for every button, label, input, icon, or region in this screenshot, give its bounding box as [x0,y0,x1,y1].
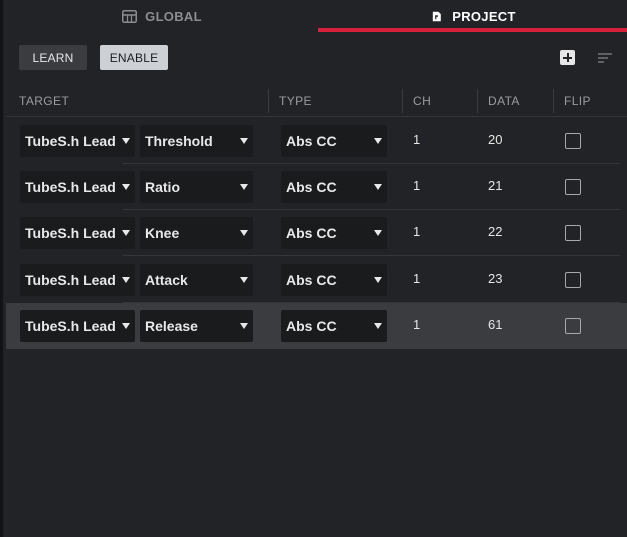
chevron-down-icon [240,138,248,144]
active-tab-indicator [318,28,627,32]
type-dropdown[interactable]: Abs CC [281,217,387,249]
table-row[interactable]: TubeS.h Lead Threshold Abs CC 1 20 [6,118,627,164]
target-track-dropdown[interactable]: TubeS.h Lead [20,217,135,249]
chevron-down-icon [122,323,130,329]
column-header-type: TYPE [268,89,399,113]
document-icon [433,11,442,21]
row-divider [123,255,620,256]
target-track-value: TubeS.h Lead [25,133,116,149]
enable-button[interactable]: ENABLE [100,45,168,70]
tab-global[interactable]: GLOBAL [6,0,318,32]
grid-icon [122,9,138,23]
flip-checkbox[interactable] [565,225,581,241]
flip-checkbox[interactable] [565,318,581,334]
flip-checkbox[interactable] [565,272,581,288]
target-track-dropdown[interactable]: TubeS.h Lead [20,264,135,296]
data-value[interactable]: 61 [488,317,502,332]
chevron-down-icon [240,184,248,190]
type-dropdown[interactable]: Abs CC [281,264,387,296]
target-track-value: TubeS.h Lead [25,272,116,288]
target-parameter-value: Release [145,318,198,334]
flip-checkbox[interactable] [565,133,581,149]
data-value[interactable]: 23 [488,271,502,286]
type-value: Abs CC [286,272,337,288]
column-header-data: DATA [477,89,552,113]
column-header-flip: FLIP [553,89,627,113]
target-parameter-dropdown[interactable]: Threshold [140,125,253,157]
chevron-down-icon [122,277,130,283]
target-track-dropdown[interactable]: TubeS.h Lead [20,125,135,157]
target-parameter-value: Threshold [145,133,213,149]
tab-project[interactable]: PROJECT [318,0,627,32]
table-row[interactable]: TubeS.h Lead Release Abs CC 1 61 [6,303,627,349]
type-value: Abs CC [286,179,337,195]
add-mapping-icon[interactable] [560,50,575,65]
target-parameter-dropdown[interactable]: Attack [140,264,253,296]
target-parameter-dropdown[interactable]: Release [140,310,253,342]
table-row[interactable]: TubeS.h Lead Ratio Abs CC 1 21 [6,164,627,210]
chevron-down-icon [122,138,130,144]
table-row[interactable]: TubeS.h Lead Knee Abs CC 1 22 [6,210,627,256]
type-dropdown[interactable]: Abs CC [281,125,387,157]
chevron-down-icon [240,277,248,283]
chevron-down-icon [374,230,382,236]
target-track-value: TubeS.h Lead [25,225,116,241]
tab-project-label: PROJECT [452,8,516,24]
chevron-down-icon [374,277,382,283]
chevron-down-icon [122,184,130,190]
flip-checkbox[interactable] [565,179,581,195]
chevron-down-icon [240,230,248,236]
column-header-ch: CH [402,89,476,113]
table-row[interactable]: TubeS.h Lead Attack Abs CC 1 23 [6,257,627,303]
target-parameter-value: Knee [145,225,180,241]
data-value[interactable]: 20 [488,132,502,147]
tab-global-label: GLOBAL [145,8,202,24]
channel-value[interactable]: 1 [413,317,420,332]
chevron-down-icon [374,184,382,190]
target-track-dropdown[interactable]: TubeS.h Lead [20,310,135,342]
target-parameter-value: Ratio [145,179,180,195]
target-parameter-dropdown[interactable]: Knee [140,217,253,249]
chevron-down-icon [374,138,382,144]
type-dropdown[interactable]: Abs CC [281,171,387,203]
midi-mapping-panel: GLOBAL PROJECT LEARN ENABLE TARGET TYPE … [0,0,627,537]
type-value: Abs CC [286,225,337,241]
channel-value[interactable]: 1 [413,132,420,147]
target-track-dropdown[interactable]: TubeS.h Lead [20,171,135,203]
target-parameter-dropdown[interactable]: Ratio [140,171,253,203]
sort-icon[interactable] [598,52,612,64]
target-track-value: TubeS.h Lead [25,318,116,334]
tab-bar: GLOBAL PROJECT [3,0,627,32]
type-value: Abs CC [286,318,337,334]
target-parameter-value: Attack [145,272,188,288]
learn-button[interactable]: LEARN [19,45,87,70]
chevron-down-icon [374,323,382,329]
channel-value[interactable]: 1 [413,178,420,193]
type-value: Abs CC [286,133,337,149]
channel-value[interactable]: 1 [413,271,420,286]
chevron-down-icon [122,230,130,236]
channel-value[interactable]: 1 [413,224,420,239]
header-divider [6,116,627,117]
data-value[interactable]: 22 [488,224,502,239]
target-track-value: TubeS.h Lead [25,179,116,195]
type-dropdown[interactable]: Abs CC [281,310,387,342]
column-header-target: TARGET [19,94,70,108]
data-value[interactable]: 21 [488,178,502,193]
chevron-down-icon [240,323,248,329]
